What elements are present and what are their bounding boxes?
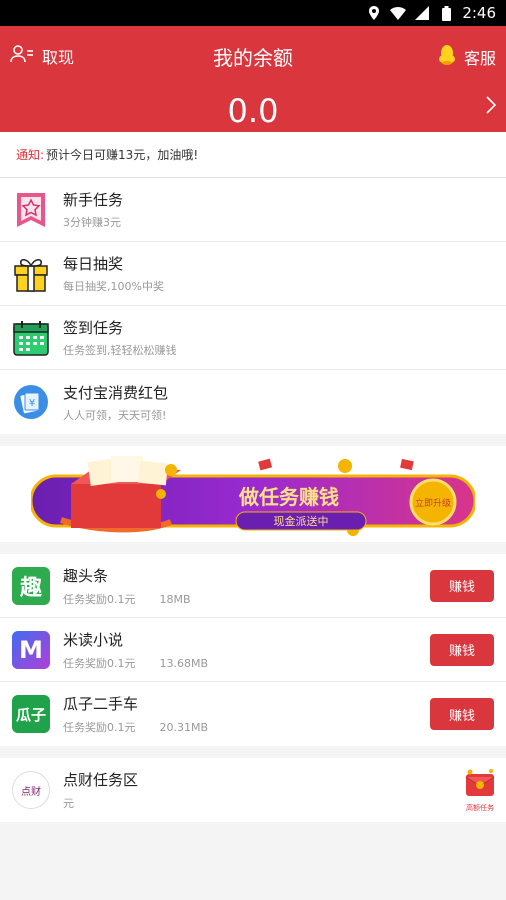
- status-time: 2:46: [462, 4, 496, 22]
- app-task-list: 趣 趣头条 任务奖励0.1元 18MB 赚钱 M 米读小说 任务奖励0.1元 13.…: [0, 554, 506, 746]
- banner-badge: 立即升级: [415, 497, 451, 509]
- task-alipay-red-packet[interactable]: ¥ 支付宝消费红包 人人可领，天天可领!: [0, 370, 506, 434]
- svg-text:¥: ¥: [29, 398, 35, 409]
- task-check-in[interactable]: 签到任务 任务签到,轻轻松松赚钱: [0, 306, 506, 370]
- app-row-qutoutiao[interactable]: 趣 趣头条 任务奖励0.1元 18MB 赚钱: [0, 554, 506, 618]
- app-size: 18MB: [159, 592, 191, 606]
- task-newbie[interactable]: 新手任务 3分钟赚3元: [0, 178, 506, 242]
- page-title: 我的余额: [213, 46, 293, 70]
- earn-button[interactable]: 赚钱: [430, 569, 494, 602]
- task-title: 支付宝消费红包: [63, 383, 169, 402]
- task-subtitle: 人人可领，天天可领!: [63, 408, 167, 422]
- status-bar: 2:46: [0, 0, 506, 26]
- promo-banner-graphic: 现金派送中 做任务赚钱 立即升级: [31, 456, 475, 536]
- signal-icon: [414, 5, 430, 21]
- customer-service-button[interactable]: 客服: [438, 44, 496, 70]
- diancai-logo-icon: 点财: [12, 771, 50, 809]
- notice-text: 预计今日可赚13元，加油哦!: [46, 148, 199, 162]
- alipay-voucher-icon: ¥: [12, 383, 50, 421]
- task-list: 新手任务 3分钟赚3元 每日抽奖 每日抽奖,100%中奖 签到任务 任务签到,轻…: [0, 178, 506, 434]
- notice-label: 通知:: [16, 148, 45, 162]
- task-subtitle: 每日抽奖,100%中奖: [63, 280, 164, 293]
- red-packet-icon: [464, 768, 496, 802]
- battery-icon: [438, 5, 454, 21]
- calendar-icon: [12, 319, 50, 357]
- section-divider: [0, 746, 506, 758]
- high-reward-badge[interactable]: 高额任务: [460, 768, 500, 812]
- balance-header: 取现 我的余额 客服 0.0: [0, 26, 506, 132]
- banner-sub: 现金派送中: [274, 514, 329, 528]
- earn-button[interactable]: 赚钱: [430, 698, 494, 730]
- zone-title: 点财任务区: [63, 771, 139, 789]
- task-subtitle: 3分钟赚3元: [63, 216, 121, 229]
- balance-amount: 0.0: [227, 92, 279, 130]
- location-icon: [366, 5, 382, 21]
- wifi-icon: [390, 5, 407, 21]
- task-subtitle: 任务签到,轻轻松松赚钱: [63, 344, 177, 357]
- qutoutiao-app-icon: 趣: [12, 566, 50, 605]
- app-name: 米读小说: [63, 630, 124, 649]
- app-name: 趣头条: [63, 566, 109, 585]
- app-name: 瓜子二手车: [63, 695, 139, 713]
- service-label: 客服: [463, 49, 496, 68]
- qq-penguin-icon: [438, 44, 456, 70]
- task-title: 新手任务: [63, 191, 124, 209]
- app-size: 13.68MB: [159, 656, 209, 670]
- section-divider: [0, 434, 506, 446]
- banner-headline: 做任务赚钱: [238, 485, 339, 509]
- app-reward: 任务奖励0.1元: [63, 592, 136, 606]
- badge-label: 高额任务: [466, 804, 494, 812]
- zone-subtitle: 元: [63, 797, 74, 810]
- task-daily-lottery[interactable]: 每日抽奖 每日抽奖,100%中奖: [0, 242, 506, 306]
- app-row-midu[interactable]: M 米读小说 任务奖励0.1元 13.68MB 赚钱: [0, 618, 506, 682]
- app-reward: 任务奖励0.1元: [63, 721, 136, 734]
- task-title: 每日抽奖: [63, 255, 124, 273]
- gift-box-icon: [12, 255, 50, 293]
- section-divider: [0, 542, 506, 554]
- diancai-task-zone[interactable]: 点财 点财任务区 元 高额任务: [0, 758, 506, 822]
- earn-button[interactable]: 赚钱: [430, 633, 494, 666]
- app-row-guazi[interactable]: 瓜子 瓜子二手车 任务奖励0.1元 20.31MB 赚钱: [0, 682, 506, 746]
- ribbon-star-icon: [12, 191, 50, 229]
- chevron-right-icon[interactable]: [486, 96, 497, 118]
- guazi-app-icon: 瓜子: [12, 695, 50, 733]
- app-size: 20.31MB: [159, 721, 209, 734]
- notice-bar: 通知: 预计今日可赚13元，加油哦!: [0, 132, 506, 178]
- midu-app-icon: M: [12, 630, 50, 669]
- promo-banner[interactable]: 现金派送中 做任务赚钱 立即升级: [0, 446, 506, 542]
- app-reward: 任务奖励0.1元: [63, 656, 136, 670]
- task-title: 签到任务: [63, 319, 124, 337]
